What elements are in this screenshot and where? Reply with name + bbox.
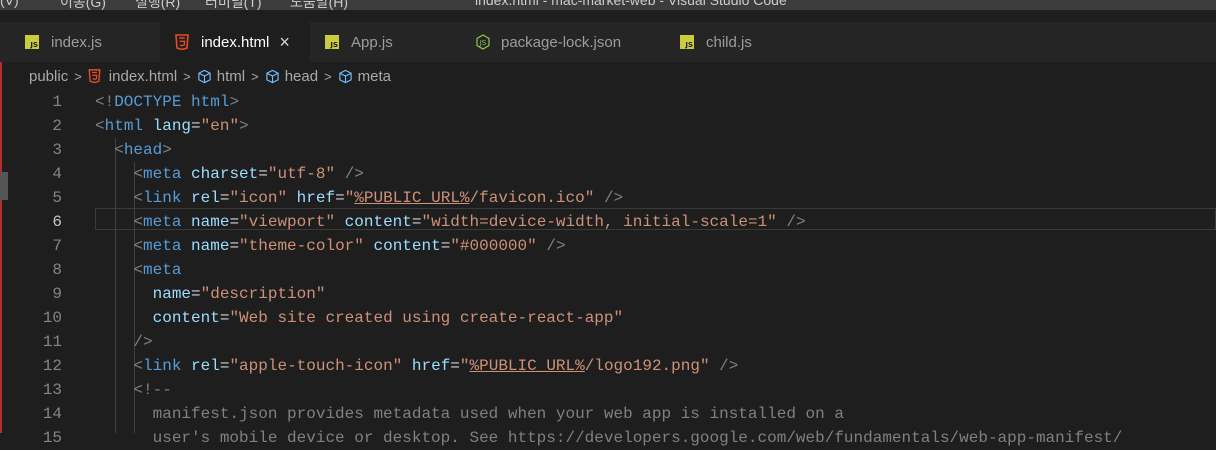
code-text: content="Web site created using create-r… bbox=[152, 309, 624, 327]
menu-go[interactable]: 이동(G) bbox=[60, 0, 106, 10]
code-text: <meta charset="utf-8" /> bbox=[133, 165, 364, 183]
code-text: <meta bbox=[133, 261, 182, 279]
code-line[interactable]: 8 <meta bbox=[0, 258, 1216, 282]
window-title: index.html - mac-market-web - Visual Stu… bbox=[475, 0, 787, 8]
code-text: <!-- bbox=[95, 381, 172, 399]
code-text: <link rel="icon" href="%PUBLIC_URL%/favi… bbox=[133, 189, 624, 207]
tab-label: index.html bbox=[201, 33, 270, 51]
line-number: 13 bbox=[42, 381, 62, 399]
code-line[interactable]: 5 <link rel="icon" href="%PUBLIC_URL%/fa… bbox=[0, 186, 1216, 210]
line-number: 3 bbox=[52, 141, 62, 159]
breadcrumb-meta[interactable]: meta bbox=[338, 68, 391, 85]
code-line[interactable]: 9 name="description" bbox=[0, 282, 1216, 306]
chevron-right-icon: > bbox=[183, 68, 191, 84]
code-line[interactable]: 4 <meta charset="utf-8" /> bbox=[0, 162, 1216, 186]
line-number: 15 bbox=[42, 429, 62, 447]
code-text: name="description" bbox=[152, 285, 326, 303]
line-number: 7 bbox=[52, 237, 62, 255]
code-line[interactable]: 1 <!DOCTYPE html> bbox=[0, 90, 1216, 114]
code-text: <head> bbox=[114, 141, 172, 159]
html5-icon bbox=[88, 69, 101, 83]
code-line[interactable]: 11 /> bbox=[0, 330, 1216, 354]
cube-icon bbox=[198, 69, 211, 83]
code-text: /> bbox=[133, 333, 153, 351]
code-line[interactable]: 10 content="Web site created using creat… bbox=[0, 306, 1216, 330]
line-number: 12 bbox=[42, 357, 62, 375]
line-number: 11 bbox=[42, 333, 62, 351]
tab-label: App.js bbox=[351, 33, 393, 51]
code-text: <html lang="en"> bbox=[95, 117, 249, 135]
code-text: <meta name="theme-color" content="#00000… bbox=[133, 237, 566, 255]
chevron-right-icon: > bbox=[324, 68, 332, 84]
tab-bar: JS index.js index.html × JS App.js JS pa… bbox=[0, 22, 1216, 62]
code-text: <meta name="viewport" content="width=dev… bbox=[133, 213, 806, 231]
code-line[interactable]: 14 manifest.json provides metadata used … bbox=[0, 402, 1216, 426]
svg-text:JS: JS bbox=[479, 39, 487, 47]
breadcrumb-public[interactable]: public bbox=[29, 68, 68, 85]
line-number: 8 bbox=[52, 261, 62, 279]
js-icon: JS bbox=[680, 35, 694, 49]
breadcrumb-label: index.html bbox=[108, 67, 178, 85]
html5-icon bbox=[175, 34, 189, 50]
line-number: 5 bbox=[52, 189, 62, 207]
menu-terminal[interactable]: 터미널(T) bbox=[205, 0, 262, 10]
code-text: user's mobile device or desktop. See htt… bbox=[95, 429, 1123, 447]
line-number: 1 bbox=[52, 93, 62, 111]
cube-icon bbox=[338, 69, 352, 83]
code-text: <link rel="apple-touch-icon" href="%PUBL… bbox=[133, 357, 739, 375]
code-line[interactable]: 15 user's mobile device or desktop. See … bbox=[0, 426, 1216, 450]
line-number: 4 bbox=[52, 165, 62, 183]
breadcrumb-index-html[interactable]: index.html bbox=[88, 68, 177, 85]
tab-index-html[interactable]: index.html × bbox=[160, 22, 310, 62]
menu-view[interactable]: (V) bbox=[0, 0, 19, 8]
menu-help[interactable]: 도움말(H) bbox=[290, 0, 348, 10]
code-line[interactable]: 12 <link rel="apple-touch-icon" href="%P… bbox=[0, 354, 1216, 378]
tab-index-js[interactable]: JS index.js bbox=[0, 22, 160, 62]
breadcrumb: public > index.html > html > head > meta bbox=[0, 62, 1216, 90]
line-number: 10 bbox=[42, 309, 62, 327]
js-icon: JS bbox=[25, 35, 39, 49]
code-text: manifest.json provides metadata used whe… bbox=[95, 405, 844, 423]
line-number: 6 bbox=[52, 213, 62, 231]
code-line[interactable]: 6 <meta name="viewport" content="width=d… bbox=[0, 210, 1216, 234]
breadcrumb-head[interactable]: head bbox=[265, 68, 318, 85]
breadcrumb-label: head bbox=[284, 67, 319, 85]
chevron-right-icon: > bbox=[251, 68, 259, 84]
tab-child-js[interactable]: JS child.js bbox=[665, 22, 815, 62]
tab-app-js[interactable]: JS App.js bbox=[310, 22, 465, 62]
line-number: 14 bbox=[42, 405, 62, 423]
tab-label: package-lock.json bbox=[501, 33, 622, 51]
code-line[interactable]: 7 <meta name="theme-color" content="#000… bbox=[0, 234, 1216, 258]
code-text: <!DOCTYPE html> bbox=[95, 93, 240, 111]
tab-label: child.js bbox=[706, 33, 752, 51]
cube-icon bbox=[266, 69, 279, 83]
title-bar: (V) 이동(G) 실행(R) 터미널(T) 도움말(H) index.html… bbox=[0, 0, 1216, 10]
code-line[interactable]: 2 <html lang="en"> bbox=[0, 114, 1216, 138]
line-number: 9 bbox=[52, 285, 62, 303]
chevron-right-icon: > bbox=[74, 68, 82, 84]
code-line[interactable]: 3 <head> bbox=[0, 138, 1216, 162]
breadcrumb-label: html bbox=[216, 67, 246, 85]
nodejs-icon: JS bbox=[476, 34, 490, 50]
code-line[interactable]: 13 <!-- bbox=[0, 378, 1216, 402]
breadcrumb-html[interactable]: html bbox=[197, 68, 245, 85]
tab-label: index.js bbox=[51, 33, 102, 51]
close-icon[interactable]: × bbox=[279, 33, 290, 51]
js-icon: JS bbox=[325, 35, 339, 49]
breadcrumb-label: meta bbox=[357, 67, 392, 85]
tab-package-lock-json[interactable]: JS package-lock.json bbox=[465, 22, 665, 62]
line-number: 2 bbox=[52, 117, 62, 135]
code-editor[interactable]: 1 <!DOCTYPE html> 2 <html lang="en"> 3 <head… bbox=[0, 90, 1216, 447]
menu-run[interactable]: 실행(R) bbox=[135, 0, 180, 10]
